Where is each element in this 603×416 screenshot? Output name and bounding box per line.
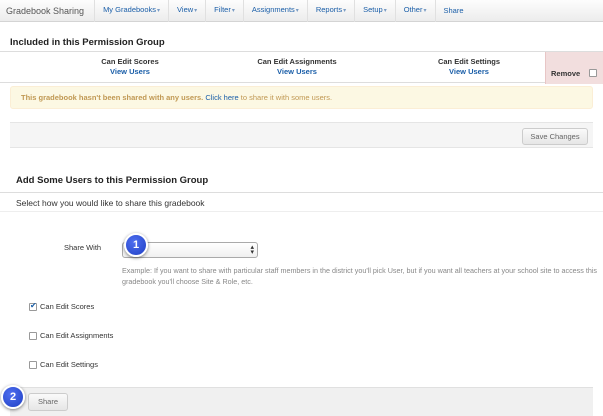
can-edit-settings-checkbox[interactable] [29,360,37,369]
chevron-down-icon: ▾ [231,8,235,14]
nav-view[interactable]: View▾ [168,0,205,22]
checkbox-label: Can Edit Settings [40,360,98,369]
checkbox-label: Can Edit Scores [40,302,95,311]
column-can-edit-assignments: Can Edit Assignments View Users [232,57,362,77]
nav-my-gradebooks[interactable]: My Gradebooks▾ [94,0,168,22]
share-example-text: Example: If you want to share with parti… [122,266,598,286]
can-edit-settings-option[interactable]: Can Edit Settings [29,360,98,369]
select-arrows-icon: ▴ ▾ [250,244,254,256]
column-can-edit-settings: Can Edit Settings View Users [404,57,534,77]
share-actions-bar: Share [10,387,593,416]
view-users-link[interactable]: View Users [404,67,534,77]
chevron-down-icon: ▾ [157,8,161,14]
nav-reports[interactable]: Reports▾ [306,0,354,22]
permission-header-row: Can Edit Scores View Users Can Edit Assi… [0,51,603,84]
column-title: Can Edit Settings [437,57,501,66]
column-can-edit-scores: Can Edit Scores View Users [65,57,195,77]
click-here-link[interactable]: Click here [205,93,238,102]
nav-setup[interactable]: Setup▾ [354,0,395,22]
view-users-link[interactable]: View Users [65,67,195,77]
step-callout-2: 2 [1,385,25,409]
chevron-down-icon: ▾ [194,8,198,14]
chevron-down-icon: ▾ [343,8,347,14]
remove-all-checkbox[interactable] [589,69,597,77]
save-actions-bar: Save Changes [10,122,593,148]
step-callout-1: 1 [124,233,148,257]
column-title: Can Edit Scores [101,57,159,66]
can-edit-scores-option[interactable]: Can Edit Scores [29,301,95,311]
nav-other[interactable]: Other▾ [394,0,435,22]
share-button[interactable]: Share [28,393,68,411]
nav-assignments[interactable]: Assignments▾ [242,0,307,22]
app-brand[interactable]: Gradebook Sharing [0,0,94,22]
column-title: Can Edit Assignments [257,57,337,66]
save-changes-button[interactable]: Save Changes [522,128,588,145]
top-navbar: Gradebook Sharing My Gradebooks▾ View▾ F… [0,0,603,22]
add-users-title: Add Some Users to this Permission Group [16,175,209,186]
remove-column: Remove [545,52,603,84]
permission-group-title: Included in this Permission Group [10,37,165,48]
remove-label: Remove [551,69,581,78]
not-shared-alert: This gradebook hasn't been shared with a… [10,86,593,109]
chevron-down-icon: ▾ [383,8,387,14]
checkbox-label: Can Edit Assignments [40,331,114,340]
add-users-subtitle: Select how you would like to share this … [0,192,603,212]
share-with-label: Share With [64,243,102,252]
can-edit-scores-checkbox[interactable] [29,301,37,311]
nav-filter[interactable]: Filter▾ [205,0,243,22]
nav-share[interactable]: Share [434,0,472,22]
chevron-down-icon: ▾ [423,8,427,14]
alert-text: This gradebook hasn't been shared with a… [21,93,204,102]
view-users-link[interactable]: View Users [232,67,362,77]
alert-rest-text: to share it with some users. [240,93,333,102]
chevron-down-icon: ▾ [295,8,299,14]
can-edit-assignments-checkbox[interactable] [29,331,37,340]
can-edit-assignments-option[interactable]: Can Edit Assignments [29,331,113,340]
